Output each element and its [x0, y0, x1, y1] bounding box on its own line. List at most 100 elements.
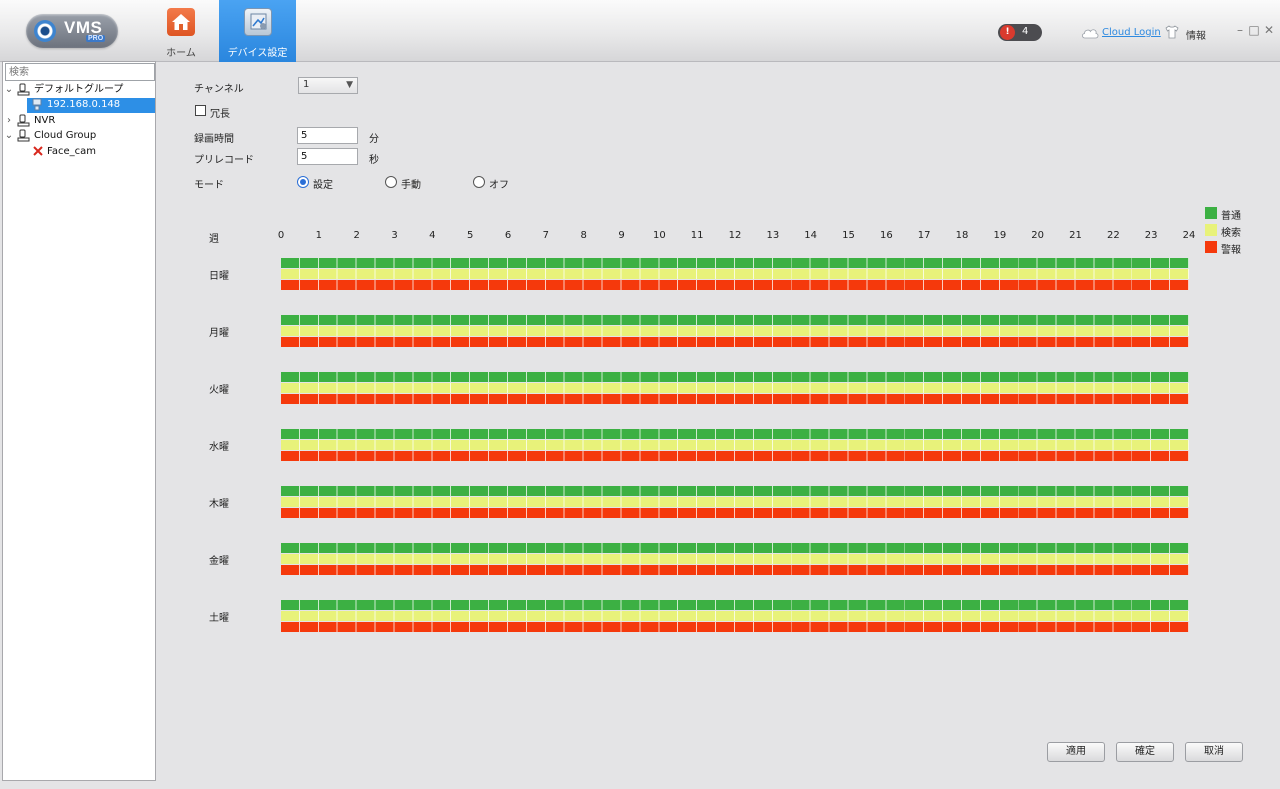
- schedule-band-search[interactable]: [281, 611, 1189, 621]
- schedule-band-search[interactable]: [281, 269, 1189, 279]
- schedule-band-alarm[interactable]: [281, 394, 1189, 404]
- hour-label: 18: [955, 230, 969, 241]
- schedule-band-alarm[interactable]: [281, 565, 1189, 575]
- chevron-down-icon[interactable]: ⌄: [4, 129, 14, 143]
- legend-normal-label: 普通: [1221, 211, 1241, 222]
- tree-item-face-cam[interactable]: Face_cam: [27, 145, 155, 159]
- record-time-input[interactable]: [297, 127, 358, 144]
- day-label: 火曜: [209, 385, 229, 396]
- device-settings-icon: [243, 8, 272, 36]
- apply-button[interactable]: 適用: [1047, 742, 1105, 762]
- day-label: 水曜: [209, 442, 229, 453]
- day-label: 土曜: [209, 613, 229, 624]
- schedule-band-normal[interactable]: [281, 486, 1189, 496]
- hour-label: 0: [277, 230, 285, 241]
- hour-label: 7: [542, 230, 550, 241]
- tree-item-label: Cloud Group: [34, 130, 97, 141]
- hour-label: 2: [353, 230, 360, 241]
- hour-label: 19: [993, 230, 1007, 241]
- week-label: 週: [209, 234, 219, 245]
- mode-radio-off[interactable]: [473, 176, 485, 188]
- hour-label: 22: [1106, 230, 1120, 241]
- hour-label: 3: [391, 230, 398, 241]
- schedule-band-search[interactable]: [281, 497, 1189, 507]
- search-input[interactable]: [5, 63, 155, 81]
- tree-item-nvr[interactable]: › NVR: [3, 114, 155, 128]
- redundant-checkbox[interactable]: [195, 105, 206, 116]
- schedule-band-normal[interactable]: [281, 258, 1189, 268]
- schedule-band-alarm[interactable]: [281, 508, 1189, 518]
- logo-eye-icon: [34, 20, 56, 42]
- channel-select[interactable]: 1 ▼: [298, 77, 358, 94]
- prerecord-input[interactable]: [297, 148, 358, 165]
- nav-device-label: デバイス設定: [227, 48, 288, 59]
- schedule-band-search[interactable]: [281, 326, 1189, 336]
- schedule-band-normal[interactable]: [281, 543, 1189, 553]
- tree-item-device-192-168-0-148[interactable]: 192.168.0.148: [27, 98, 155, 112]
- schedule-band-normal[interactable]: [281, 372, 1189, 382]
- cloud-login-link[interactable]: Cloud Login: [1102, 27, 1161, 38]
- nav-tab-home[interactable]: ホーム: [158, 0, 204, 62]
- mode-label: モード: [194, 180, 224, 191]
- hour-label: 21: [1069, 230, 1082, 241]
- ok-button[interactable]: 確定: [1116, 742, 1174, 762]
- schedule-band-search[interactable]: [281, 554, 1189, 564]
- prerecord-label: プリレコード: [194, 155, 254, 166]
- title-bar: VMS PRO ホーム デバイス設定 ! 4 Cloud Login 情報 – …: [0, 0, 1280, 62]
- minimize-icon[interactable]: –: [1234, 23, 1246, 37]
- day-label: 月曜: [209, 328, 229, 339]
- cancel-button[interactable]: 取消: [1185, 742, 1243, 762]
- schedule-band-alarm[interactable]: [281, 622, 1189, 632]
- schedule-band-alarm[interactable]: [281, 451, 1189, 461]
- legend-search-swatch: [1205, 224, 1217, 236]
- mode-radio-label: 設定: [313, 180, 333, 191]
- record-time-label: 録画時間: [194, 134, 234, 145]
- hour-label: 11: [690, 230, 704, 241]
- hour-label: 17: [917, 230, 931, 241]
- chevron-right-icon[interactable]: ›: [4, 114, 14, 128]
- redundant-label: 冗長: [210, 109, 230, 120]
- schedule-band-alarm[interactable]: [281, 280, 1189, 290]
- info-label[interactable]: 情報: [1186, 27, 1206, 42]
- chevron-down-icon[interactable]: ⌄: [4, 83, 14, 97]
- alarm-icon: !: [1000, 25, 1015, 40]
- info-shirt-icon[interactable]: [1165, 25, 1179, 42]
- prerecord-unit: 秒: [369, 155, 379, 166]
- alarm-count: 4: [1022, 26, 1029, 37]
- hour-label: 6: [504, 230, 512, 241]
- record-time-unit: 分: [369, 134, 379, 145]
- maximize-icon[interactable]: □: [1248, 23, 1260, 37]
- device-tree-panel: ⌄ デフォルトグループ 192.168.0.148 › NVR ⌄ Cloud …: [2, 61, 156, 781]
- record-settings-panel: チャンネル 1 ▼ 冗長 録画時間 分 プリレコード 秒 モード 設定 手動 オ…: [157, 62, 1280, 789]
- channel-select-value: 1: [303, 79, 310, 90]
- day-label: 木曜: [209, 499, 229, 510]
- schedule-band-normal[interactable]: [281, 600, 1189, 610]
- close-icon[interactable]: ✕: [1263, 23, 1275, 37]
- mode-radio-manual[interactable]: [385, 176, 397, 188]
- tree-item-label: Face_cam: [47, 146, 96, 157]
- hour-label: 14: [804, 230, 818, 241]
- mode-radio-schedule[interactable]: [297, 176, 309, 188]
- hour-label: 10: [652, 230, 666, 241]
- nav-tab-device-settings[interactable]: デバイス設定: [219, 0, 296, 62]
- hour-label: 1: [315, 230, 323, 241]
- app-logo: VMS PRO: [26, 14, 118, 48]
- alarm-indicator[interactable]: ! 4: [998, 24, 1042, 41]
- camera-offline-icon: [32, 145, 44, 162]
- day-label: 金曜: [209, 556, 229, 567]
- hour-label: 13: [766, 230, 780, 241]
- tree-item-default-group[interactable]: ⌄ デフォルトグループ: [3, 83, 155, 97]
- hour-label: 5: [466, 230, 474, 241]
- mode-radio-label: 手動: [401, 180, 421, 191]
- schedule-band-search[interactable]: [281, 383, 1189, 393]
- hour-label: 8: [580, 230, 587, 241]
- schedule-band-search[interactable]: [281, 440, 1189, 450]
- tree-item-cloud-group[interactable]: ⌄ Cloud Group: [3, 129, 155, 143]
- channel-label: チャンネル: [194, 84, 244, 95]
- logo-sub-text: PRO: [86, 35, 106, 42]
- schedule-band-normal[interactable]: [281, 315, 1189, 325]
- legend-alarm-label: 警報: [1221, 245, 1241, 256]
- schedule-band-alarm[interactable]: [281, 337, 1189, 347]
- schedule-band-normal[interactable]: [281, 429, 1189, 439]
- legend-alarm-swatch: [1205, 241, 1217, 253]
